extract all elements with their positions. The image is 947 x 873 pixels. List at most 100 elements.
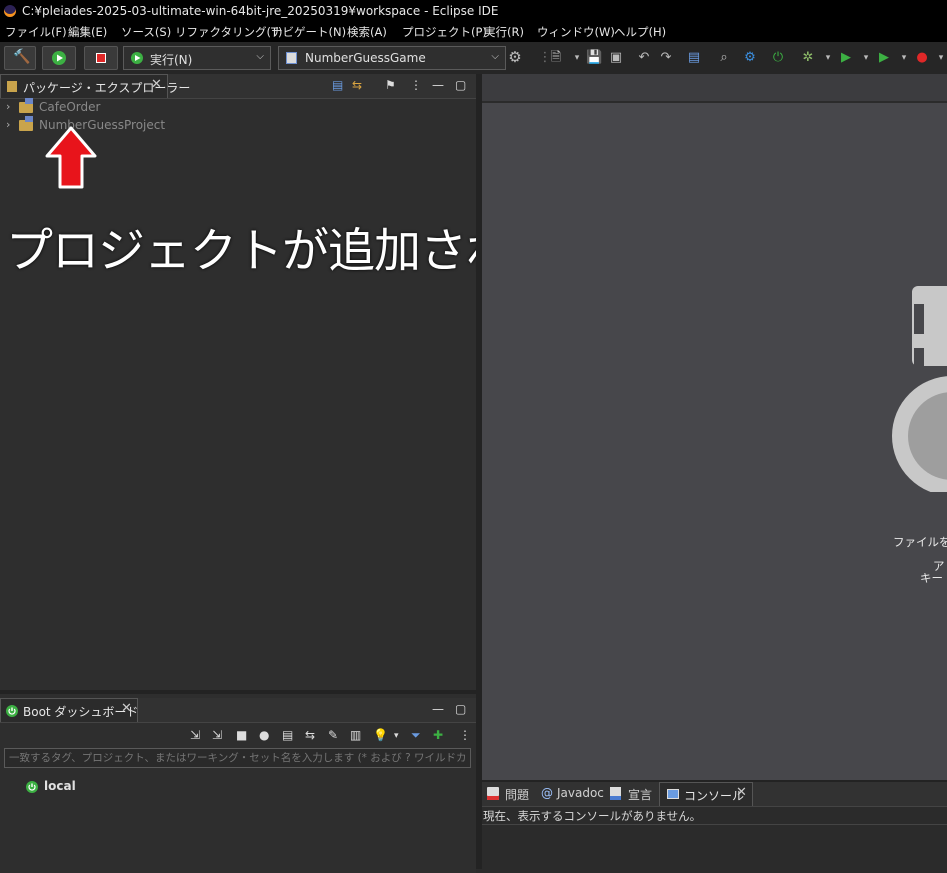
new-dropdown-icon[interactable]: ▾ [569, 50, 585, 66]
power-icon [6, 705, 18, 717]
menu-help[interactable]: ヘルプ(H) [614, 24, 666, 40]
menu-search[interactable]: 検索(A) [347, 24, 387, 40]
minimize-icon[interactable]: — [432, 78, 444, 92]
boot-dashboard-panel: Boot ダッシュボード ✕ — ▢ ⇲ ⇲ ■ ● ▤ ⇆ ✎ ▥ 💡 ▾ ⏷… [0, 690, 476, 873]
run-dropdown-icon[interactable]: ▾ [858, 50, 874, 66]
add-icon[interactable]: ✚ [433, 728, 443, 742]
undo-icon[interactable]: ↶ [636, 50, 652, 66]
menu-bar: ファイル(F) 編集(E) ソース(S) リファクタリング(T) ナビゲート(N… [0, 22, 947, 42]
power-icon[interactable]: ⏻ [770, 50, 786, 66]
link-editor-icon[interactable]: ⇆ [352, 78, 362, 92]
editor-hint-1: ファイルを開 [893, 535, 947, 549]
editor-tabbar [482, 74, 947, 103]
menu-window[interactable]: ウィンドウ(W) [537, 24, 615, 40]
menu-navigate[interactable]: ナビゲート(N) [271, 24, 346, 40]
open-browser-icon[interactable]: ● [259, 728, 269, 742]
package-explorer-icon [7, 81, 17, 92]
properties-icon[interactable]: ▥ [350, 728, 361, 742]
external-tools-icon[interactable]: ● [914, 50, 930, 66]
build-button[interactable]: 🔨 [4, 46, 36, 70]
menu-run[interactable]: 実行(R) [484, 24, 524, 40]
launch-target-label: NumberGuessGame [305, 51, 426, 65]
filter-icon[interactable]: ⏷ [411, 728, 421, 743]
debug-icon[interactable]: ✲ [800, 50, 816, 66]
console-message: 現在、表示するコンソールがありません。 [483, 809, 702, 823]
editor-hint-3: キー・ア [920, 571, 947, 585]
tab-label: コンソール [684, 789, 745, 803]
view-menu-icon[interactable]: ⋮ [410, 78, 422, 92]
menu-file[interactable]: ファイル(F) [5, 24, 67, 40]
redo-icon[interactable]: ↷ [658, 50, 674, 66]
lightbulb-dropdown-icon[interactable]: ▾ [394, 731, 399, 741]
maximize-icon[interactable]: ▢ [455, 78, 466, 92]
menu-source[interactable]: ソース(S) [121, 24, 171, 40]
problems-icon [487, 787, 499, 800]
collapse-all-icon[interactable]: ▤ [332, 78, 343, 92]
project-label: CafeOrder [39, 100, 101, 114]
window-title: C:¥pleiades-2025-03-ultimate-win-64bit-j… [22, 4, 499, 18]
tab-label: Javadoc [557, 786, 604, 800]
tab-console[interactable]: コンソール ✕ [659, 782, 753, 806]
run-button[interactable] [42, 46, 76, 70]
stop-icon[interactable]: ■ [236, 728, 247, 742]
terminal-icon[interactable]: ▤ [686, 50, 702, 66]
tab-package-explorer[interactable]: パッケージ・エクスプローラー ✕ [0, 74, 190, 98]
coverage-icon[interactable]: ▶ [876, 50, 892, 66]
run-config-combo[interactable]: 実行(N) ⌵ [123, 46, 271, 70]
package-explorer-tabbar: パッケージ・エクスプローラー ✕ ▤ ⇆ ⚑ ⋮ — ▢ [0, 74, 476, 99]
title-bar: C:¥pleiades-2025-03-ultimate-win-64bit-j… [0, 0, 947, 22]
lightbulb-icon[interactable]: 💡 [373, 728, 388, 742]
start-icon[interactable]: ⇲ [190, 728, 200, 742]
save-all-icon[interactable]: ▣ [608, 50, 624, 66]
console-panel: 問題 @ Javadoc 宣言 コンソール ✕ 現在、表示するコンソールがありま… [482, 780, 947, 871]
console-tabbar: 問題 @ Javadoc 宣言 コンソール ✕ [482, 782, 947, 807]
menu-project[interactable]: プロジェクト(P) [402, 24, 487, 40]
view-menu-icon[interactable]: ⋮ [459, 728, 471, 742]
console-icon[interactable]: ▤ [282, 728, 293, 742]
launch-target-combo[interactable]: NumberGuessGame ⌵ [278, 46, 506, 70]
tab-declaration[interactable]: 宣言 [609, 784, 657, 804]
close-icon[interactable]: ✕ [121, 701, 132, 716]
minimize-icon[interactable]: — [432, 702, 444, 716]
empty-editor-watermark-icon [892, 286, 947, 492]
tab-boot-dashboard[interactable]: Boot ダッシュボード ✕ [0, 698, 138, 722]
run-config-label: 実行(N) [150, 53, 193, 67]
search-icon[interactable]: ⌕ [716, 50, 732, 66]
run-icon [52, 51, 66, 65]
refresh-icon[interactable]: ⇆ [305, 728, 315, 742]
run-last-icon[interactable]: ▶ [838, 50, 854, 66]
debug-dropdown-icon[interactable]: ▾ [820, 50, 836, 66]
expand-arrow-icon[interactable]: › [6, 118, 10, 131]
expand-arrow-icon[interactable]: › [6, 100, 10, 113]
edit-icon[interactable]: ✎ [328, 728, 338, 742]
stop-button[interactable] [84, 46, 118, 70]
list-item[interactable]: local [24, 778, 144, 796]
settings-blue-icon[interactable]: ⚙ [742, 50, 758, 66]
java-app-icon [286, 52, 297, 64]
save-icon[interactable]: 💾 [586, 50, 602, 66]
package-explorer-tab-label: パッケージ・エクスプローラー [23, 81, 191, 95]
new-icon[interactable]: 🗎 [548, 50, 564, 66]
tab-problems[interactable]: 問題 [486, 784, 538, 804]
hammer-icon: 🔨 [13, 49, 31, 65]
chevron-down-icon: ⌵ [256, 51, 264, 62]
menu-edit[interactable]: 編集(E) [68, 24, 107, 40]
menu-refactor[interactable]: リファクタリング(T) [175, 24, 283, 40]
external-tools-dropdown-icon[interactable]: ▾ [933, 50, 947, 66]
boot-filter-input[interactable] [4, 748, 471, 768]
stop-icon [96, 53, 106, 63]
coverage-dropdown-icon[interactable]: ▾ [896, 50, 912, 66]
tree-item-numberguessproject[interactable]: › NumberGuessProject [0, 116, 200, 135]
gear-icon[interactable]: ⚙ [507, 49, 523, 65]
maximize-icon[interactable]: ▢ [455, 702, 466, 716]
boot-dashboard-toolbar: ⇲ ⇲ ■ ● ▤ ⇆ ✎ ▥ 💡 ▾ ⏷ ✚ ⋮ [0, 724, 476, 746]
debug-start-icon[interactable]: ⇲ [212, 728, 222, 742]
tab-label: 宣言 [628, 788, 653, 802]
tree-item-cafeorder[interactable]: › CafeOrder [0, 98, 200, 117]
project-folder-icon [19, 98, 33, 113]
boot-dashboard-tabbar: Boot ダッシュボード ✕ — ▢ [0, 698, 476, 723]
close-icon[interactable]: ✕ [736, 785, 747, 800]
tab-javadoc[interactable]: @ Javadoc [540, 784, 604, 804]
filter-icon[interactable]: ⚑ [385, 78, 396, 92]
close-icon[interactable]: ✕ [151, 77, 162, 92]
